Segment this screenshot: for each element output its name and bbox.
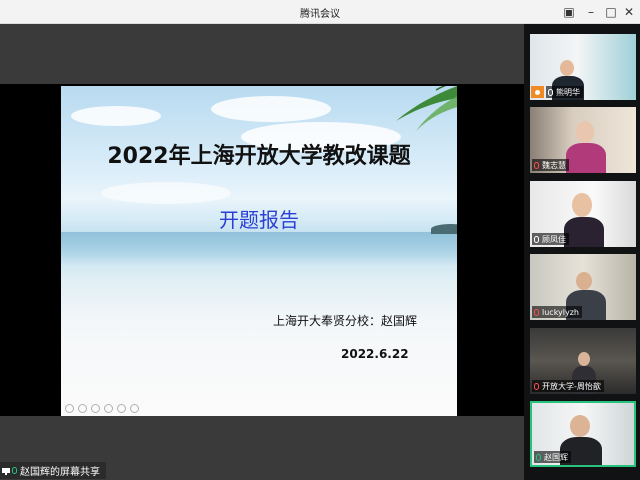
slide-author: 上海开大奉贤分校：赵国辉 [273, 314, 418, 328]
maximize-button[interactable]: □ [602, 3, 620, 21]
participant-label: 顾凤佳 [532, 233, 569, 245]
mic-icon [536, 453, 541, 461]
mic-muted-icon [534, 308, 539, 316]
minimize-button[interactable]: – [582, 3, 600, 21]
participant-panel: 熊明华 魏志慧 顾凤佳 luckylyzh 开放大学-周怡歆 赵国辉 [524, 24, 640, 480]
mic-icon [12, 467, 17, 474]
slide-prev-icon[interactable] [65, 404, 74, 413]
slide-subtitle: 开题报告 [219, 208, 299, 232]
participant-name: 顾凤佳 [542, 234, 566, 244]
participant-tile[interactable]: 顾凤佳 [530, 181, 636, 247]
window-title: 腾讯会议 [300, 9, 340, 20]
participant-label: 熊明华 [546, 86, 583, 98]
participant-label: 赵国辉 [534, 451, 571, 463]
participant-tile[interactable]: luckylyzh [530, 254, 636, 320]
pin-icon[interactable]: ▣ [560, 3, 578, 21]
palm-leaf-image [396, 86, 457, 131]
cloud [101, 182, 231, 204]
screen-icon [2, 467, 10, 475]
slide-zoom-icon[interactable] [117, 404, 126, 413]
participant-tile-active-speaker[interactable]: 赵国辉 [530, 401, 636, 467]
participant-tile[interactable]: 魏志慧 [530, 107, 636, 173]
screen-share-label: 赵国辉的屏幕共享 [20, 467, 100, 478]
participant-name: 开放大学-周怡歆 [542, 381, 601, 391]
participant-label: 魏志慧 [532, 159, 569, 171]
participant-label: luckylyzh [532, 306, 582, 318]
slide-next-icon[interactable] [78, 404, 87, 413]
slide-more-icon[interactable] [130, 404, 139, 413]
participant-name: 熊明华 [556, 87, 580, 97]
participant-name: 赵国辉 [544, 452, 568, 462]
participant-name: luckylyzh [542, 307, 579, 317]
share-background-top [0, 24, 524, 84]
title-bar: 腾讯会议 ▣ – □ ✕ [0, 0, 640, 24]
participant-label: 开放大学-周怡歆 [532, 380, 604, 392]
mic-icon [548, 88, 553, 96]
sea [61, 232, 457, 268]
host-icon [531, 86, 544, 98]
close-button[interactable]: ✕ [620, 3, 638, 21]
mic-icon [534, 235, 539, 243]
slide-pen-icon[interactable] [91, 404, 100, 413]
mic-muted-icon [534, 382, 539, 390]
slide-title: 2022年上海开放大学教改课题 [107, 144, 411, 169]
participant-name: 魏志慧 [542, 160, 566, 170]
screen-share-area[interactable]: 2022年上海开放大学教改课题 开题报告 上海开大奉贤分校：赵国辉 2022.6… [0, 24, 524, 480]
cloud [71, 106, 161, 126]
slide-view-icon[interactable] [104, 404, 113, 413]
mic-muted-icon [534, 161, 539, 169]
cloud [211, 96, 331, 122]
slide-date: 2022.6.22 [341, 347, 409, 361]
participant-tile[interactable]: 开放大学-周怡歆 [530, 328, 636, 394]
screen-share-badge[interactable]: 赵国辉的屏幕共享 [0, 462, 106, 479]
participant-tile[interactable]: 熊明华 [530, 34, 636, 100]
presentation-slide: 2022年上海开放大学教改课题 开题报告 上海开大奉贤分校：赵国辉 2022.6… [61, 86, 457, 416]
